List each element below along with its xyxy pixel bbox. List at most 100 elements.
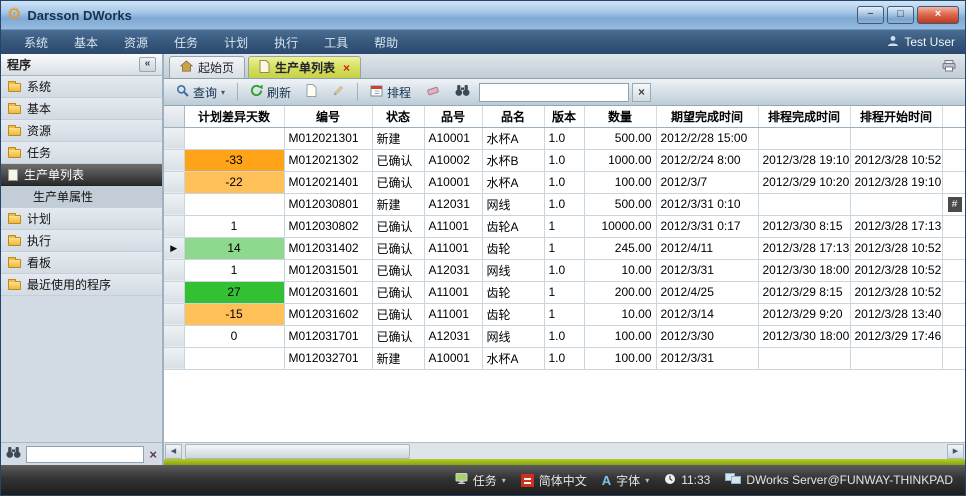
column-header[interactable]: 数量 <box>584 106 656 127</box>
chevron-down-icon: ▾ <box>645 476 649 485</box>
scrollbar-thumb[interactable] <box>185 444 410 459</box>
table-row[interactable]: ▶14M012031402已确认A11001齿轮1245.002012/4/11… <box>164 237 965 259</box>
row-selector[interactable]: ▶ <box>164 237 184 259</box>
row-selector[interactable] <box>164 127 184 149</box>
minimize-button[interactable]: − <box>857 6 884 24</box>
sidebar-item-8[interactable]: 看板 <box>1 252 162 274</box>
tab-close-icon[interactable]: × <box>343 61 350 75</box>
table-row[interactable]: 27M012031601已确认A11001齿轮1200.002012/4/252… <box>164 281 965 303</box>
find-button[interactable] <box>449 81 476 103</box>
sidebar-search-input[interactable] <box>26 446 144 463</box>
eraser-button[interactable] <box>420 81 446 103</box>
table-row[interactable]: -33M012021302已确认A10002水杯B1.01000.002012/… <box>164 149 965 171</box>
new-button[interactable] <box>300 81 323 103</box>
scrollbar-track[interactable] <box>183 444 946 459</box>
statusbar-language[interactable]: 简体中文 <box>521 472 587 489</box>
schedule-button[interactable]: 排程 <box>364 81 417 104</box>
toolbar-search-input[interactable] <box>479 83 629 102</box>
horizontal-scrollbar[interactable]: ◀ ▶ <box>164 442 965 459</box>
sidebar-item-7[interactable]: 执行 <box>1 230 162 252</box>
table-row[interactable]: M012032701新建A10001水杯A1.0100.002012/3/31 <box>164 347 965 369</box>
cell-item: A12031 <box>424 193 482 215</box>
sidebar-item-6[interactable]: 计划 <box>1 208 162 230</box>
column-header[interactable]: 编号 <box>284 106 372 127</box>
menu-item-0[interactable]: 系统 <box>11 30 61 55</box>
column-header[interactable]: 品名 <box>482 106 544 127</box>
calendar-icon <box>370 84 383 100</box>
sidebar-item-5[interactable]: 生产单属性 <box>1 186 162 208</box>
header-selector <box>164 106 184 127</box>
cell-diff-days: 1 <box>184 259 284 281</box>
column-header[interactable]: 品号 <box>424 106 482 127</box>
edit-button[interactable] <box>326 81 351 103</box>
cell-name: 水杯A <box>482 171 544 193</box>
toolbar-clear-icon[interactable]: × <box>632 83 651 102</box>
column-header[interactable]: 排程完成时间 <box>758 106 850 127</box>
menu-item-6[interactable]: 工具 <box>311 30 361 55</box>
user-icon <box>887 35 899 50</box>
row-selector[interactable] <box>164 325 184 347</box>
scroll-left-arrow[interactable]: ◀ <box>165 444 182 459</box>
sidebar-item-9[interactable]: 最近使用的程序 <box>1 274 162 296</box>
menu-item-1[interactable]: 基本 <box>61 30 111 55</box>
cell-expect: 2012/3/30 <box>656 325 758 347</box>
sidebar-item-3[interactable]: 任务 <box>1 142 162 164</box>
refresh-button[interactable]: 刷新 <box>244 81 297 104</box>
row-selector[interactable] <box>164 303 184 325</box>
maximize-button[interactable]: □ <box>887 6 914 24</box>
statusbar-task[interactable]: 任务 ▾ <box>455 472 506 489</box>
sidebar-item-1[interactable]: 基本 <box>1 98 162 120</box>
table-row[interactable]: 0M012031701已确认A12031网线1.0100.002012/3/30… <box>164 325 965 347</box>
menu-item-5[interactable]: 执行 <box>261 30 311 55</box>
column-header[interactable]: 期望完成时间 <box>656 106 758 127</box>
cell-sched_end: 2012/3/30 18:00 <box>758 259 850 281</box>
sidebar-item-label: 执行 <box>27 232 51 249</box>
row-selector[interactable] <box>164 281 184 303</box>
tab-production-order-list[interactable]: 生产单列表 × <box>248 56 361 78</box>
close-button[interactable]: × <box>917 6 959 24</box>
sidebar-item-label: 看板 <box>27 254 51 271</box>
toolbar-separator <box>237 83 238 101</box>
table-row[interactable]: 1M012030802已确认A11001齿轮A110000.002012/3/3… <box>164 215 965 237</box>
user-area[interactable]: Test User <box>887 35 955 50</box>
printer-icon[interactable] <box>938 60 960 75</box>
cell-status: 已确认 <box>372 215 424 237</box>
sidebar-item-label: 基本 <box>27 100 51 117</box>
sidebar-item-0[interactable]: 系统 <box>1 76 162 98</box>
scroll-right-arrow[interactable]: ▶ <box>947 444 964 459</box>
cell-partial: # <box>942 193 965 215</box>
row-selector[interactable] <box>164 149 184 171</box>
tab-label: 生产单列表 <box>275 59 335 76</box>
row-selector[interactable] <box>164 347 184 369</box>
column-header[interactable]: 计划差异天数 <box>184 106 284 127</box>
table-row[interactable]: -22M012021401已确认A10001水杯A1.0100.002012/3… <box>164 171 965 193</box>
menu-item-7[interactable]: 帮助 <box>361 30 411 55</box>
row-selector[interactable] <box>164 193 184 215</box>
sidebar-search-clear-icon[interactable]: × <box>149 448 157 461</box>
column-header[interactable]: 排程开始时间 <box>850 106 942 127</box>
row-selector[interactable] <box>164 171 184 193</box>
menu-item-3[interactable]: 任务 <box>161 30 211 55</box>
table-row[interactable]: -15M012031602已确认A11001齿轮110.002012/3/142… <box>164 303 965 325</box>
cell-ver: 1 <box>544 215 584 237</box>
query-button[interactable]: 查询 ▾ <box>170 81 231 104</box>
row-selector[interactable] <box>164 215 184 237</box>
statusbar-font[interactable]: A 字体 ▾ <box>602 472 649 489</box>
table-row[interactable]: M012030801新建A12031网线1.0500.002012/3/31 0… <box>164 193 965 215</box>
cell-name: 水杯A <box>482 127 544 149</box>
status-bar: 任务 ▾ 简体中文 A 字体 ▾ 11:33 DWorks Server@FUN… <box>1 465 965 495</box>
binoculars-icon[interactable] <box>6 446 21 462</box>
tab-home[interactable]: 起始页 <box>169 56 245 78</box>
table-row[interactable]: 1M012031501已确认A12031网线1.010.002012/3/312… <box>164 259 965 281</box>
window-body: 程序 « 系统基本资源任务生产单列表生产单属性计划执行看板最近使用的程序 × <box>1 54 965 465</box>
column-header[interactable]: 版本 <box>544 106 584 127</box>
menu-item-2[interactable]: 资源 <box>111 30 161 55</box>
sidebar-item-4[interactable]: 生产单列表 <box>1 164 162 186</box>
table-row[interactable]: M012021301新建A10001水杯A1.0500.002012/2/28 … <box>164 127 965 149</box>
row-selector[interactable] <box>164 259 184 281</box>
menu-item-4[interactable]: 计划 <box>211 30 261 55</box>
column-header[interactable]: 状态 <box>372 106 424 127</box>
sidebar-collapse-button[interactable]: « <box>139 57 156 72</box>
sidebar-item-2[interactable]: 资源 <box>1 120 162 142</box>
cell-status: 新建 <box>372 347 424 369</box>
